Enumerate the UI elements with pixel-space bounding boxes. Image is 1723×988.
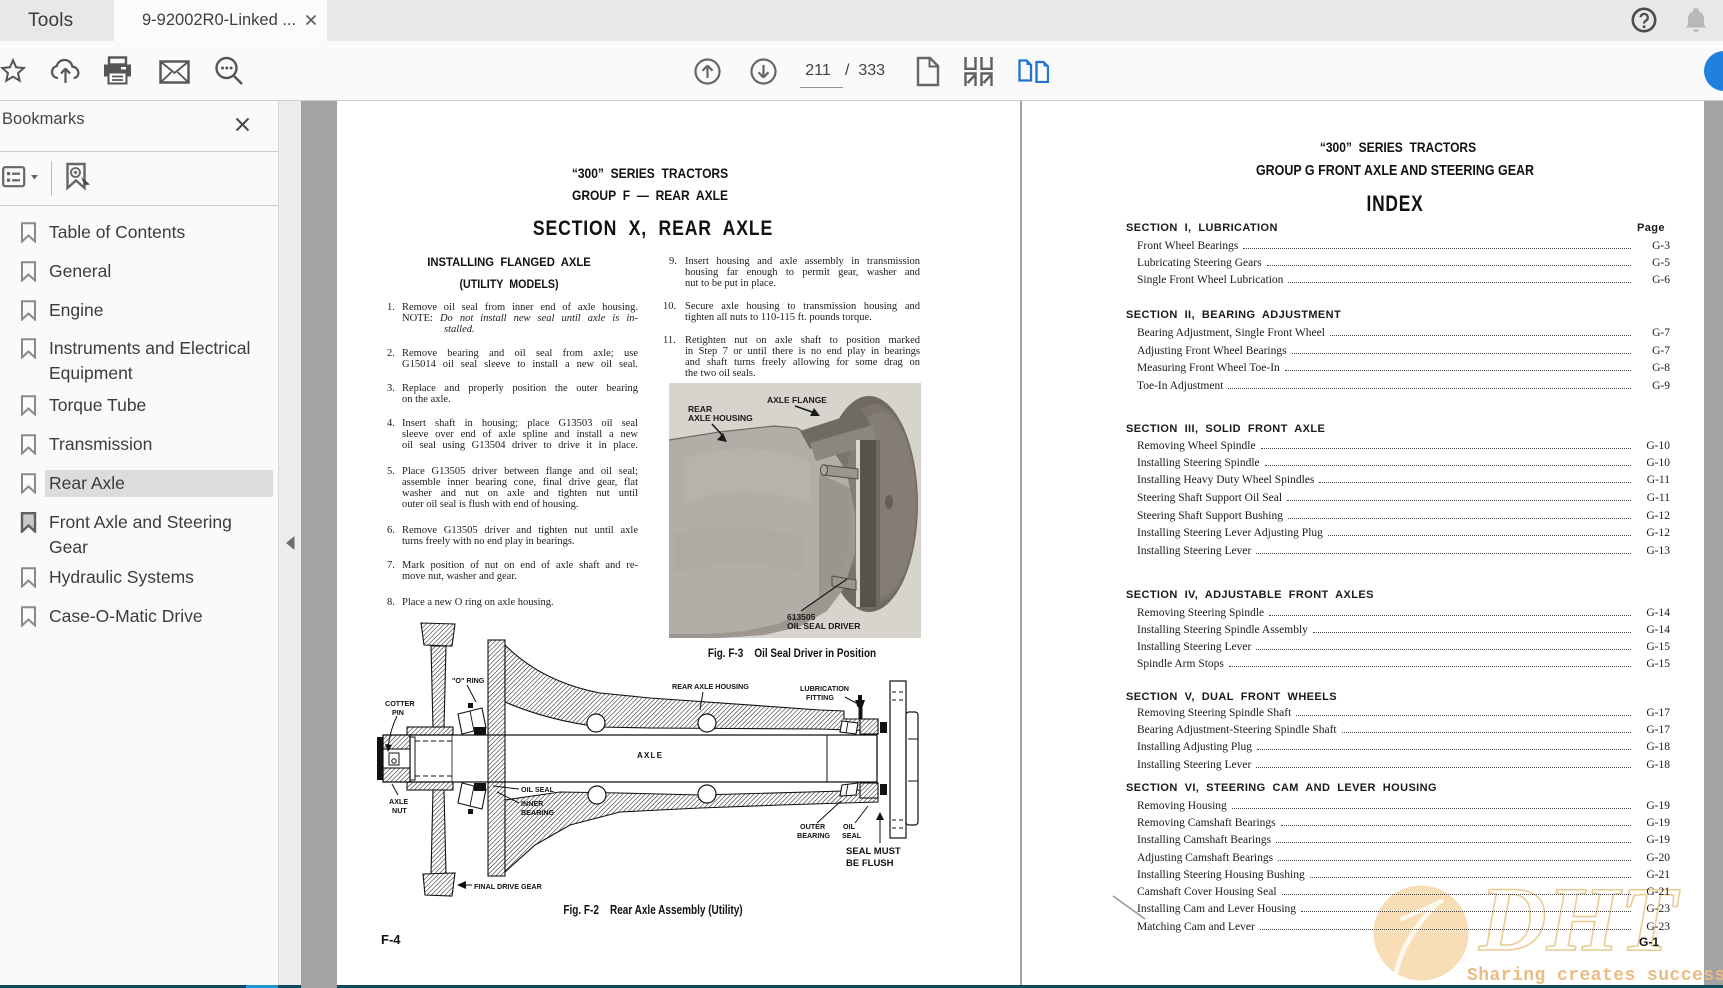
svg-text:OIL: OIL (843, 822, 856, 831)
svg-text:REAR AXLE HOUSING: REAR AXLE HOUSING (672, 682, 749, 691)
svg-text:"O" RING: "O" RING (452, 676, 485, 685)
svg-text:SEAL: SEAL (842, 831, 862, 840)
svg-text:OUTER: OUTER (800, 822, 826, 831)
svg-text:SEAL MUST: SEAL MUST (846, 846, 901, 857)
svg-text:AXLE HOUSING: AXLE HOUSING (688, 413, 753, 423)
svg-text:COTTER: COTTER (385, 699, 415, 708)
svg-text:BE FLUSH: BE FLUSH (846, 858, 894, 869)
svg-text:AXLE: AXLE (637, 751, 663, 760)
svg-text:BEARING: BEARING (521, 808, 555, 817)
svg-text:FINAL DRIVE GEAR: FINAL DRIVE GEAR (474, 882, 543, 891)
svg-text:INNER: INNER (521, 799, 544, 808)
svg-text:BEARING: BEARING (797, 831, 831, 840)
svg-text:NUT: NUT (392, 806, 407, 815)
svg-text:FITTING: FITTING (806, 693, 834, 702)
svg-text:AXLE FLANGE: AXLE FLANGE (767, 395, 827, 405)
svg-text:AXLE: AXLE (389, 797, 408, 806)
svg-text:LUBRICATION: LUBRICATION (800, 684, 849, 693)
svg-text:OIL SEAL: OIL SEAL (521, 785, 555, 794)
svg-text:PIN: PIN (392, 708, 404, 717)
